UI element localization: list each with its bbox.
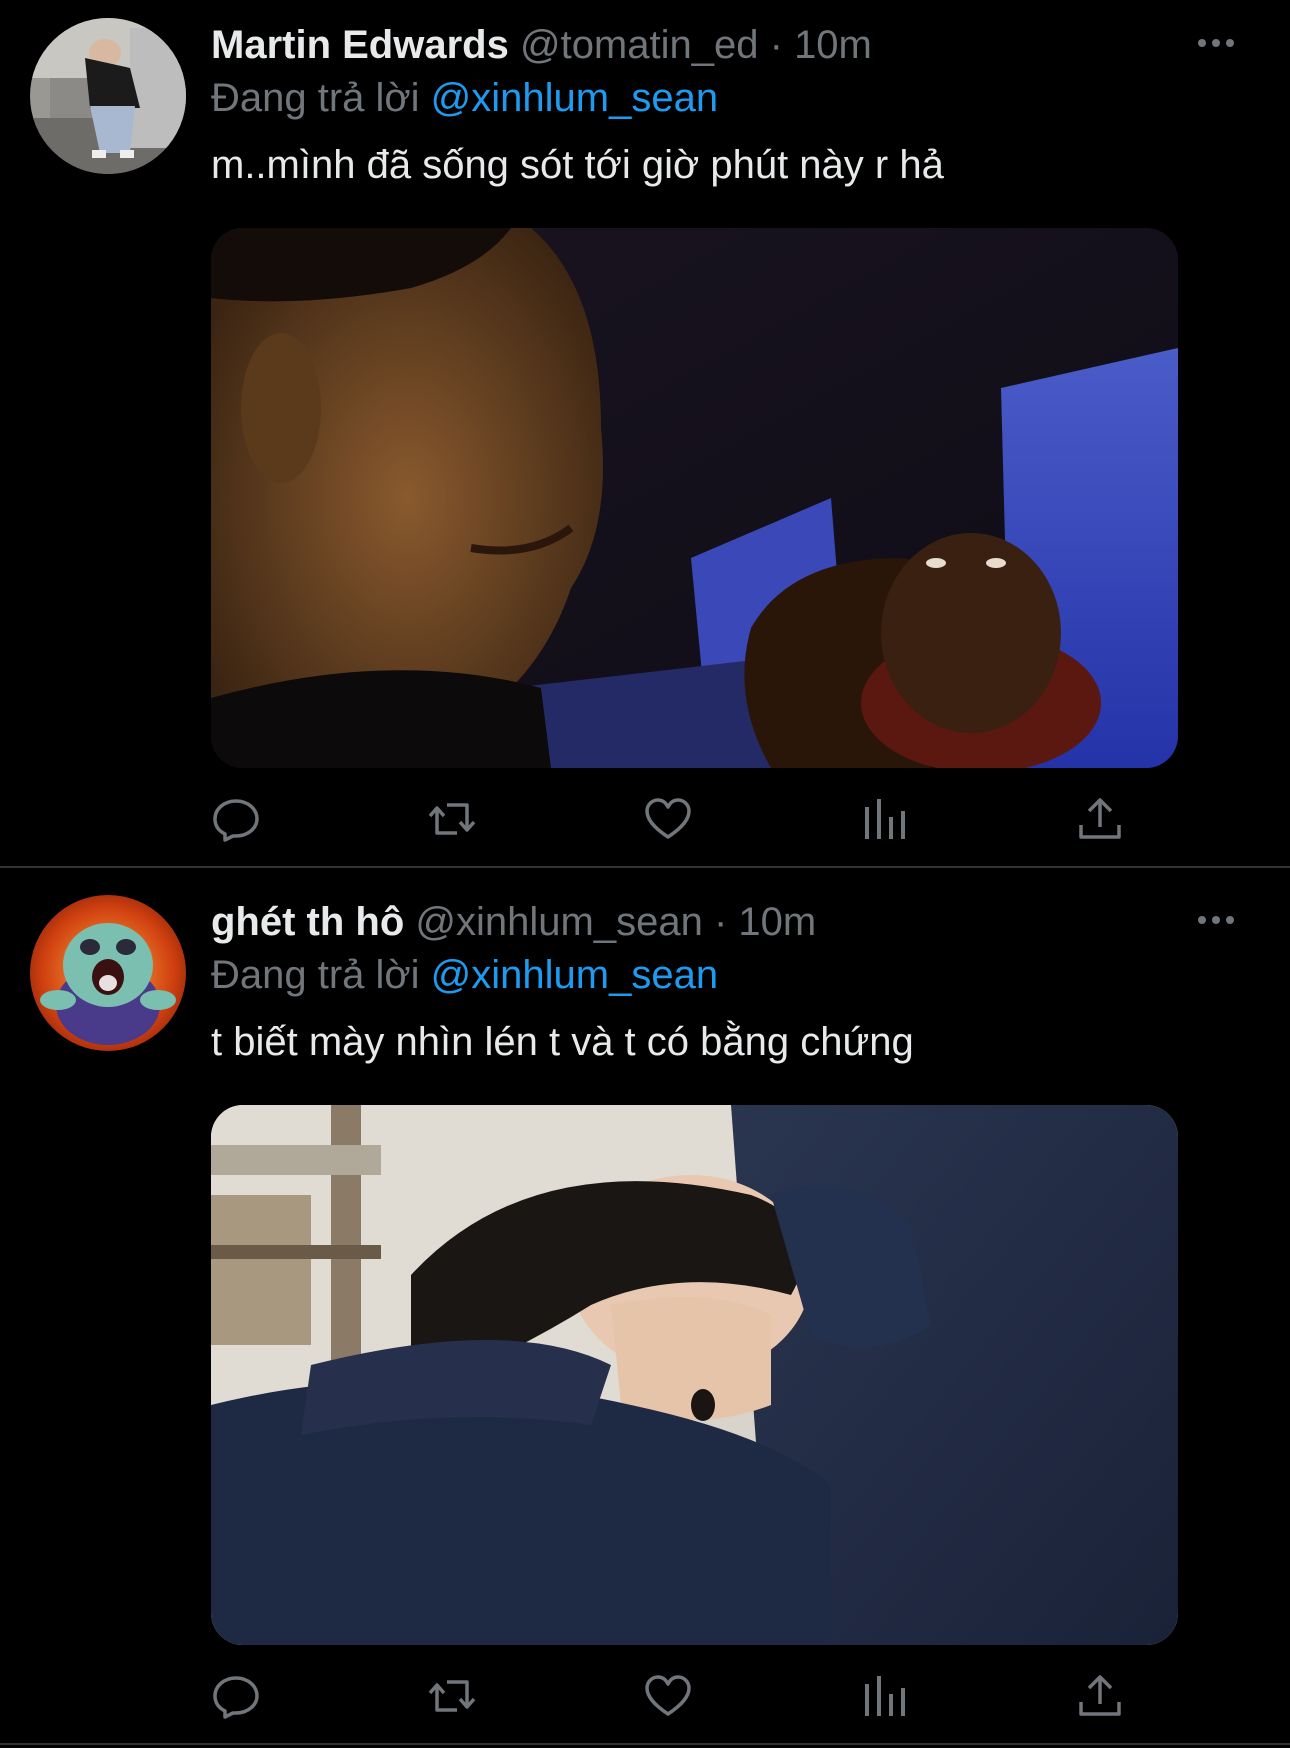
photo-car-night <box>211 228 1178 768</box>
reply-mention-link[interactable]: @xinhlum_sean <box>431 76 718 120</box>
avatar[interactable] <box>30 18 186 174</box>
user-handle[interactable]: @xinhlum_sean <box>415 900 702 944</box>
tweet-text: t biết mày nhìn lén t và t có bằng chứng <box>211 1020 914 1064</box>
tweet-media-image[interactable] <box>211 228 1178 768</box>
heart-icon <box>645 1675 691 1716</box>
display-name[interactable]: Martin Edwards <box>211 23 509 67</box>
timestamp[interactable]: 10m <box>794 23 872 67</box>
reply-button[interactable] <box>211 1672 261 1720</box>
avatar-image <box>30 18 186 174</box>
share-button[interactable] <box>1075 1672 1125 1720</box>
timestamp[interactable]: 10m <box>738 900 816 944</box>
reply-bubble-icon <box>213 1676 259 1719</box>
tweet[interactable]: Martin Edwards @tomatin_ed · 10m Đang tr… <box>0 0 1290 868</box>
more-horizontal-icon <box>1198 916 1234 924</box>
retweet-button[interactable] <box>427 1672 477 1720</box>
retweet-icon <box>428 1680 476 1712</box>
user-handle[interactable]: @tomatin_ed <box>520 23 759 67</box>
like-button[interactable] <box>643 795 693 843</box>
views-button[interactable] <box>859 795 909 843</box>
tweet-divider <box>0 866 1290 868</box>
tweet-divider <box>0 1743 1290 1745</box>
tweet-feed: Martin Edwards @tomatin_ed · 10m Đang tr… <box>0 0 1290 1748</box>
more-horizontal-icon <box>1198 39 1234 47</box>
photo-person-in-bed <box>211 1105 1178 1645</box>
replying-to-label: Đang trả lời <box>211 76 420 120</box>
more-options-button[interactable] <box>1194 905 1238 935</box>
avatar-image <box>30 895 186 1051</box>
tweet-media-image[interactable] <box>211 1105 1178 1645</box>
analytics-bars-icon <box>865 799 905 839</box>
more-options-button[interactable] <box>1194 28 1238 58</box>
tweet-actions <box>211 795 1131 843</box>
share-upload-icon <box>1079 798 1121 839</box>
separator-dot: · <box>769 23 783 67</box>
share-upload-icon <box>1079 1675 1121 1716</box>
replying-to-label: Đang trả lời <box>211 953 420 997</box>
tweet-actions <box>211 1672 1131 1720</box>
retweet-icon <box>428 803 476 835</box>
reply-mention-link[interactable]: @xinhlum_sean <box>431 953 718 997</box>
replying-to-line: Đang trả lời @xinhlum_sean <box>211 950 718 1000</box>
tweet-header: Martin Edwards @tomatin_ed · 10m <box>211 20 872 70</box>
avatar[interactable] <box>30 895 186 1051</box>
display-name[interactable]: ghét th hô <box>211 900 404 944</box>
views-button[interactable] <box>859 1672 909 1720</box>
like-button[interactable] <box>643 1672 693 1720</box>
heart-icon <box>645 798 691 839</box>
separator-dot: · <box>713 900 728 944</box>
reply-button[interactable] <box>211 795 261 843</box>
tweet-text: m..mình đã sống sót tới giờ phút này r h… <box>211 143 944 187</box>
retweet-button[interactable] <box>427 795 477 843</box>
reply-bubble-icon <box>213 799 259 842</box>
tweet-header: ghét th hô @xinhlum_sean · 10m <box>211 897 816 947</box>
tweet[interactable]: ghét th hô @xinhlum_sean · 10m Đang trả … <box>0 877 1290 1745</box>
share-button[interactable] <box>1075 795 1125 843</box>
replying-to-line: Đang trả lời @xinhlum_sean <box>211 73 718 123</box>
analytics-bars-icon <box>865 1676 905 1716</box>
